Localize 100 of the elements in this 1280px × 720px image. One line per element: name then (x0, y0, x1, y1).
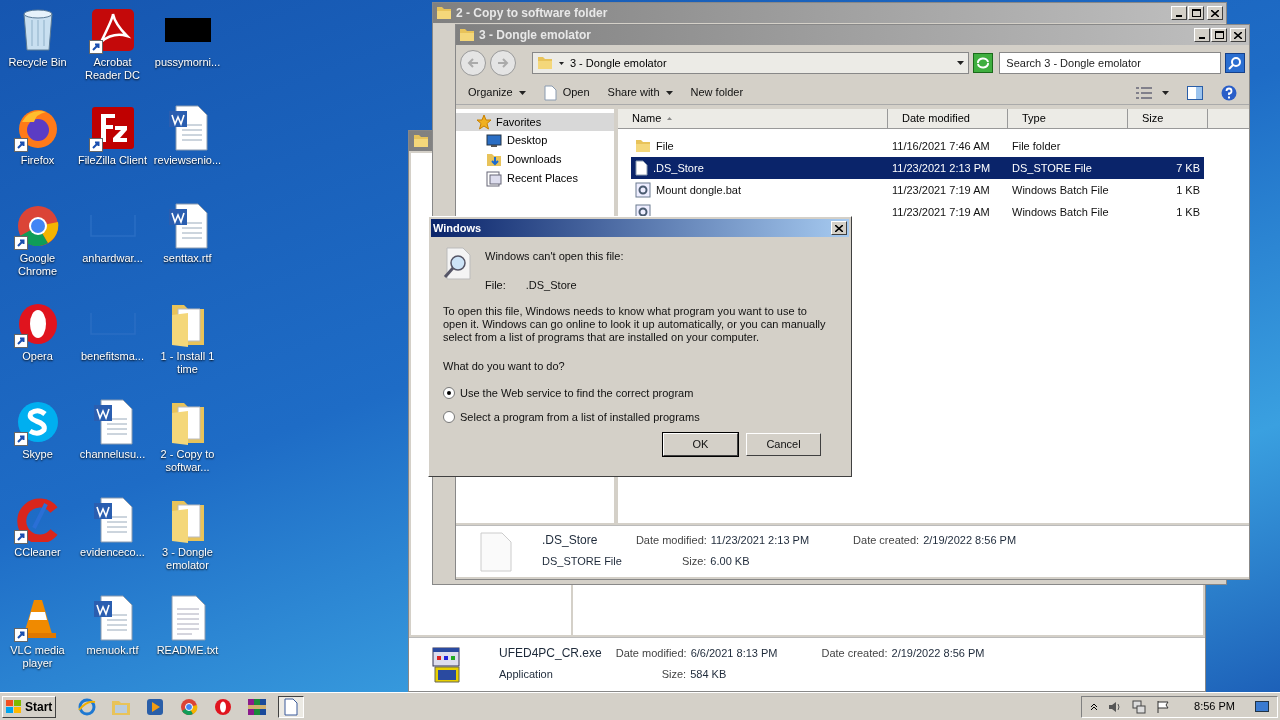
file-size: 1 KB (1176, 183, 1200, 196)
desktop-icon-label[interactable]: CCleaner (0, 546, 75, 559)
folder-icon (536, 56, 553, 70)
toolbar-button[interactable]: Organize (468, 82, 526, 103)
search-icon (1228, 56, 1242, 70)
maximize-icon (1191, 9, 1201, 17)
maximize-button[interactable] (1211, 28, 1227, 42)
toolbar-button[interactable]: New folder (690, 82, 744, 103)
created-value: 2/19/2022 8:56 PM (923, 533, 1017, 549)
monitor-icon (486, 133, 502, 148)
back-arrow-icon (467, 58, 479, 68)
caret-icon (957, 61, 965, 65)
acrobat-icon (90, 8, 135, 52)
file-type: DS_STORE File (1011, 160, 1093, 176)
desktop-icon-label[interactable]: 2 - Copy to softwar... (150, 448, 225, 474)
word-document-icon (167, 105, 208, 151)
close-button[interactable] (831, 221, 847, 235)
desktop-icon-label[interactable]: menuok.rtf (75, 644, 150, 657)
search-button[interactable] (1225, 53, 1245, 73)
modified-value: 6/6/2021 8:13 PM (690, 646, 778, 662)
desktop-icon-label[interactable]: anhardwar... (75, 252, 150, 265)
file-search-icon (443, 247, 471, 281)
preview-pane-button[interactable] (1187, 85, 1203, 100)
column-header[interactable]: Name (618, 109, 888, 128)
desktop-icon-label[interactable]: evidenceco... (75, 546, 150, 559)
close-button[interactable] (1207, 6, 1223, 20)
dialog-heading: Windows can't open this file: (485, 249, 624, 264)
file-date: 11/23/2021 2:13 PM (891, 160, 992, 176)
column-header[interactable]: Size (1128, 109, 1208, 128)
desktop-icon-label[interactable]: Google Chrome (0, 252, 75, 278)
minimize-button[interactable] (1171, 6, 1187, 20)
close-button[interactable] (1230, 28, 1246, 42)
file-name: Mount dongle.bat (656, 182, 741, 198)
toolbar-button[interactable]: Open (543, 82, 590, 103)
radio-option[interactable]: Use the Web service to find the correct program (443, 384, 837, 401)
desktop-icon-label[interactable]: reviewsenio... (150, 154, 225, 167)
ccleaner-icon (15, 498, 60, 542)
caret-icon (665, 90, 673, 95)
close-icon (1211, 9, 1219, 17)
address-bar[interactable]: 3 - Dongle emolator (531, 52, 970, 74)
radio-option[interactable]: Select a program from a list of installed programs (443, 409, 837, 426)
file-size: 7 KB (1176, 161, 1200, 174)
column-header[interactable]: Date modified (888, 109, 1008, 128)
nav-header[interactable]: Favorites (456, 113, 614, 131)
file-row[interactable]: File 11/16/2021 7:46 AM File folder (631, 135, 1204, 157)
column-header[interactable]: Type (1008, 109, 1128, 128)
desktop-icon-label[interactable]: VLC media player (0, 644, 75, 670)
desktop-icon-label[interactable]: benefitsma... (75, 350, 150, 363)
address-text: 3 - Dongle emolator (569, 55, 668, 71)
desktop-icon-label[interactable]: 3 - Dongle emolator (150, 546, 225, 572)
dialog-button[interactable]: Cancel (746, 433, 821, 456)
maximize-button[interactable] (1188, 6, 1204, 20)
details-file-name: UFED4PC_CR.exe (499, 645, 602, 663)
desktop-icon-label[interactable]: senttax.rtf (150, 252, 225, 265)
minimize-button[interactable] (1194, 28, 1210, 42)
desktop-icon-label[interactable]: 1 - Install 1 time (150, 350, 225, 376)
nav-item[interactable]: Desktop (456, 131, 614, 150)
file-row[interactable]: .DS_Store 11/23/2021 2:13 PM DS_STORE File 7 KB (631, 157, 1204, 179)
desktop-icon-label[interactable]: channelusu... (75, 448, 150, 461)
windows-logo-icon (6, 699, 22, 714)
desktop-icon-label[interactable]: Recycle Bin (0, 56, 75, 69)
desktop-icon-label[interactable]: FileZilla Client (75, 154, 150, 167)
file-name: File (656, 138, 674, 154)
toolbar-button[interactable]: Share with (607, 82, 673, 103)
start-button[interactable]: Start (2, 695, 57, 718)
details-file-name: .DS_Store (542, 532, 599, 550)
list-view-icon (1136, 86, 1152, 99)
view-options-button[interactable] (1136, 86, 1169, 99)
refresh-button[interactable] (973, 53, 994, 73)
dialog-button[interactable]: OK (663, 433, 738, 456)
file-row[interactable]: Mount dongle.bat 11/23/2021 7:19 AM Windows Batch File 1 KB (631, 179, 1204, 201)
file-date: 11/23/2021 7:19 AM (891, 204, 991, 220)
folder-icon (459, 28, 475, 42)
search-input[interactable]: Search 3 - Dongle emolator (1006, 54, 1215, 72)
desktop-icon-label[interactable]: pussymorni... (150, 56, 225, 69)
gear-file-icon (635, 182, 651, 198)
desktop-icon-label[interactable]: Acrobat Reader DC (75, 56, 150, 82)
desktop-icon-label[interactable]: Opera (0, 350, 75, 363)
star-icon (476, 114, 492, 130)
taskbar-app-button[interactable] (278, 695, 305, 718)
flag-icon (1156, 699, 1171, 714)
search-field[interactable]: Search 3 - Dongle emolator (999, 52, 1222, 74)
desktop-icon-label[interactable]: README.txt (150, 644, 225, 657)
text-document-icon (169, 595, 206, 641)
desktop-icon-label[interactable]: Skype (0, 448, 75, 461)
caret-icon (1162, 90, 1169, 95)
network-icon (1132, 699, 1147, 714)
archive-icon (247, 697, 268, 716)
nav-item[interactable]: Downloads (456, 150, 614, 169)
nav-item[interactable]: Recent Places (456, 169, 614, 188)
modified-label: Date modified: (615, 646, 687, 662)
word-document-icon (92, 595, 133, 641)
desktop-icon-label[interactable]: Firefox (0, 154, 75, 167)
help-button[interactable] (1221, 84, 1237, 101)
preview-pane-icon (1187, 85, 1203, 100)
file-size: 1 KB (1176, 205, 1200, 218)
speaker-icon (1108, 700, 1123, 713)
filezilla-icon (90, 106, 135, 150)
window-title: 3 - Dongle emolator (479, 27, 592, 44)
file-icon (284, 697, 299, 716)
